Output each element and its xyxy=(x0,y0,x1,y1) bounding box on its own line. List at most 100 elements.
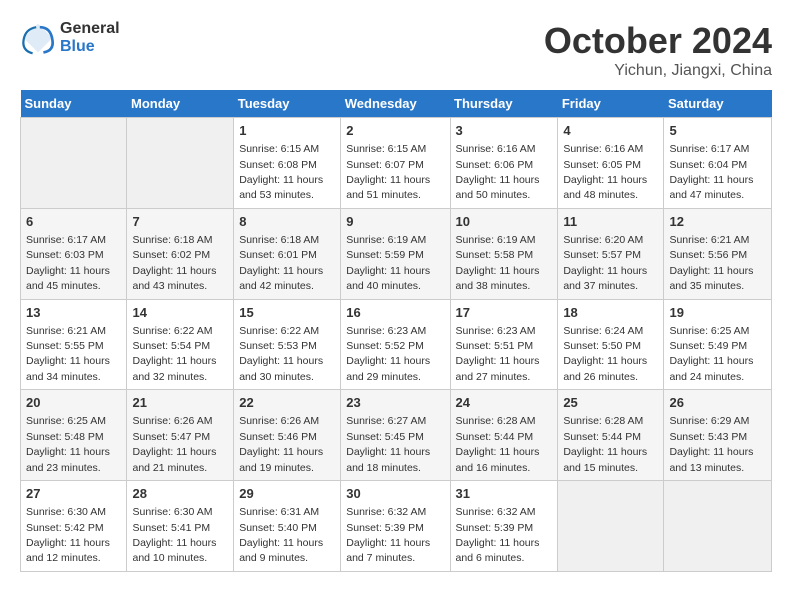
header-day-wednesday: Wednesday xyxy=(341,90,450,118)
calendar-cell: 30 Sunrise: 6:32 AM Sunset: 5:39 PM Dayli… xyxy=(341,481,450,572)
day-info: Sunrise: 6:21 AM Sunset: 5:56 PM Dayligh… xyxy=(669,234,753,292)
week-row-1: 1 Sunrise: 6:15 AM Sunset: 6:08 PM Daylig… xyxy=(21,118,772,209)
calendar-table: SundayMondayTuesdayWednesdayThursdayFrid… xyxy=(20,90,772,572)
day-number: 29 xyxy=(239,485,335,503)
day-number: 25 xyxy=(563,394,658,412)
calendar-cell: 3Sunrise: 6:16 AM Sunset: 6:06 PM Daylig… xyxy=(450,118,558,209)
day-info: Sunrise: 6:29 AM Sunset: 5:43 PM Dayligh… xyxy=(669,415,753,473)
day-info: Sunrise: 6:30 AM Sunset: 5:42 PM Dayligh… xyxy=(26,506,110,564)
day-number: 6 xyxy=(26,213,121,231)
day-info: Sunrise: 6:23 AM Sunset: 5:51 PM Dayligh… xyxy=(456,325,540,383)
header-day-friday: Friday xyxy=(558,90,664,118)
week-row-5: 27Sunrise: 6:30 AM Sunset: 5:42 PM Dayli… xyxy=(21,481,772,572)
calendar-cell: 1 Sunrise: 6:15 AM Sunset: 6:08 PM Daylig… xyxy=(234,118,341,209)
day-number: 30 xyxy=(346,485,444,503)
calendar-cell: 25 Sunrise: 6:28 AM Sunset: 5:44 PM Dayli… xyxy=(558,390,664,481)
day-info: Sunrise: 6:17 AM Sunset: 6:04 PM Dayligh… xyxy=(669,143,753,201)
calendar-cell: 12 Sunrise: 6:21 AM Sunset: 5:56 PM Dayli… xyxy=(664,208,772,299)
logo-general: General xyxy=(60,20,120,38)
day-info: Sunrise: 6:24 AM Sunset: 5:50 PM Dayligh… xyxy=(563,325,647,383)
day-number: 21 xyxy=(132,394,228,412)
calendar-title: October 2024 xyxy=(544,20,772,62)
calendar-cell: 28 Sunrise: 6:30 AM Sunset: 5:41 PM Dayli… xyxy=(127,481,234,572)
day-info: Sunrise: 6:26 AM Sunset: 5:47 PM Dayligh… xyxy=(132,415,216,473)
day-number: 31 xyxy=(456,485,553,503)
day-number: 16 xyxy=(346,304,444,322)
day-number: 20 xyxy=(26,394,121,412)
day-number: 2 xyxy=(346,122,444,140)
calendar-cell: 15 Sunrise: 6:22 AM Sunset: 5:53 PM Dayli… xyxy=(234,299,341,390)
day-info: Sunrise: 6:28 AM Sunset: 5:44 PM Dayligh… xyxy=(563,415,647,473)
day-number: 7 xyxy=(132,213,228,231)
day-number: 26 xyxy=(669,394,766,412)
calendar-body: 1 Sunrise: 6:15 AM Sunset: 6:08 PM Daylig… xyxy=(21,118,772,572)
calendar-subtitle: Yichun, Jiangxi, China xyxy=(544,62,772,80)
calendar-header: SundayMondayTuesdayWednesdayThursdayFrid… xyxy=(21,90,772,118)
calendar-cell: 9 Sunrise: 6:19 AM Sunset: 5:59 PM Daylig… xyxy=(341,208,450,299)
day-number: 22 xyxy=(239,394,335,412)
logo-icon xyxy=(20,20,56,56)
day-info: Sunrise: 6:18 AM Sunset: 6:01 PM Dayligh… xyxy=(239,234,323,292)
day-info: Sunrise: 6:32 AM Sunset: 5:39 PM Dayligh… xyxy=(456,506,540,564)
calendar-cell: 26 Sunrise: 6:29 AM Sunset: 5:43 PM Dayli… xyxy=(664,390,772,481)
week-row-2: 6 Sunrise: 6:17 AM Sunset: 6:03 PM Daylig… xyxy=(21,208,772,299)
calendar-cell xyxy=(558,481,664,572)
week-row-3: 13Sunrise: 6:21 AM Sunset: 5:55 PM Dayli… xyxy=(21,299,772,390)
day-info: Sunrise: 6:32 AM Sunset: 5:39 PM Dayligh… xyxy=(346,506,430,564)
logo: General Blue xyxy=(20,20,120,56)
calendar-cell xyxy=(21,118,127,209)
day-info: Sunrise: 6:22 AM Sunset: 5:53 PM Dayligh… xyxy=(239,325,323,383)
calendar-cell: 24Sunrise: 6:28 AM Sunset: 5:44 PM Dayli… xyxy=(450,390,558,481)
header-day-thursday: Thursday xyxy=(450,90,558,118)
day-number: 18 xyxy=(563,304,658,322)
header-row: SundayMondayTuesdayWednesdayThursdayFrid… xyxy=(21,90,772,118)
day-number: 12 xyxy=(669,213,766,231)
calendar-cell: 2 Sunrise: 6:15 AM Sunset: 6:07 PM Daylig… xyxy=(341,118,450,209)
header-day-sunday: Sunday xyxy=(21,90,127,118)
calendar-cell: 7Sunrise: 6:18 AM Sunset: 6:02 PM Daylig… xyxy=(127,208,234,299)
calendar-cell: 4 Sunrise: 6:16 AM Sunset: 6:05 PM Daylig… xyxy=(558,118,664,209)
day-info: Sunrise: 6:31 AM Sunset: 5:40 PM Dayligh… xyxy=(239,506,323,564)
day-number: 19 xyxy=(669,304,766,322)
day-info: Sunrise: 6:17 AM Sunset: 6:03 PM Dayligh… xyxy=(26,234,110,292)
header-day-saturday: Saturday xyxy=(664,90,772,118)
day-info: Sunrise: 6:25 AM Sunset: 5:49 PM Dayligh… xyxy=(669,325,753,383)
calendar-cell: 5 Sunrise: 6:17 AM Sunset: 6:04 PM Daylig… xyxy=(664,118,772,209)
calendar-cell: 19 Sunrise: 6:25 AM Sunset: 5:49 PM Dayli… xyxy=(664,299,772,390)
header-day-monday: Monday xyxy=(127,90,234,118)
calendar-cell xyxy=(127,118,234,209)
day-info: Sunrise: 6:20 AM Sunset: 5:57 PM Dayligh… xyxy=(563,234,647,292)
day-info: Sunrise: 6:28 AM Sunset: 5:44 PM Dayligh… xyxy=(456,415,540,473)
day-number: 15 xyxy=(239,304,335,322)
day-info: Sunrise: 6:16 AM Sunset: 6:05 PM Dayligh… xyxy=(563,143,647,201)
calendar-cell: 22 Sunrise: 6:26 AM Sunset: 5:46 PM Dayli… xyxy=(234,390,341,481)
day-number: 1 xyxy=(239,122,335,140)
header-day-tuesday: Tuesday xyxy=(234,90,341,118)
day-info: Sunrise: 6:16 AM Sunset: 6:06 PM Dayligh… xyxy=(456,143,540,201)
day-number: 5 xyxy=(669,122,766,140)
day-number: 4 xyxy=(563,122,658,140)
day-number: 23 xyxy=(346,394,444,412)
day-info: Sunrise: 6:19 AM Sunset: 5:58 PM Dayligh… xyxy=(456,234,540,292)
day-info: Sunrise: 6:23 AM Sunset: 5:52 PM Dayligh… xyxy=(346,325,430,383)
calendar-cell: 13Sunrise: 6:21 AM Sunset: 5:55 PM Dayli… xyxy=(21,299,127,390)
page-header: General Blue October 2024 Yichun, Jiangx… xyxy=(20,20,772,80)
day-number: 11 xyxy=(563,213,658,231)
calendar-cell: 8 Sunrise: 6:18 AM Sunset: 6:01 PM Daylig… xyxy=(234,208,341,299)
day-number: 9 xyxy=(346,213,444,231)
calendar-cell: 21 Sunrise: 6:26 AM Sunset: 5:47 PM Dayli… xyxy=(127,390,234,481)
day-info: Sunrise: 6:30 AM Sunset: 5:41 PM Dayligh… xyxy=(132,506,216,564)
week-row-4: 20 Sunrise: 6:25 AM Sunset: 5:48 PM Dayli… xyxy=(21,390,772,481)
day-info: Sunrise: 6:26 AM Sunset: 5:46 PM Dayligh… xyxy=(239,415,323,473)
day-info: Sunrise: 6:15 AM Sunset: 6:08 PM Dayligh… xyxy=(239,143,323,201)
calendar-cell: 10Sunrise: 6:19 AM Sunset: 5:58 PM Dayli… xyxy=(450,208,558,299)
day-info: Sunrise: 6:25 AM Sunset: 5:48 PM Dayligh… xyxy=(26,415,110,473)
day-number: 8 xyxy=(239,213,335,231)
calendar-cell: 18 Sunrise: 6:24 AM Sunset: 5:50 PM Dayli… xyxy=(558,299,664,390)
calendar-cell: 14Sunrise: 6:22 AM Sunset: 5:54 PM Dayli… xyxy=(127,299,234,390)
logo-blue: Blue xyxy=(60,38,120,56)
day-info: Sunrise: 6:15 AM Sunset: 6:07 PM Dayligh… xyxy=(346,143,430,201)
day-number: 28 xyxy=(132,485,228,503)
day-info: Sunrise: 6:19 AM Sunset: 5:59 PM Dayligh… xyxy=(346,234,430,292)
calendar-cell: 20 Sunrise: 6:25 AM Sunset: 5:48 PM Dayli… xyxy=(21,390,127,481)
